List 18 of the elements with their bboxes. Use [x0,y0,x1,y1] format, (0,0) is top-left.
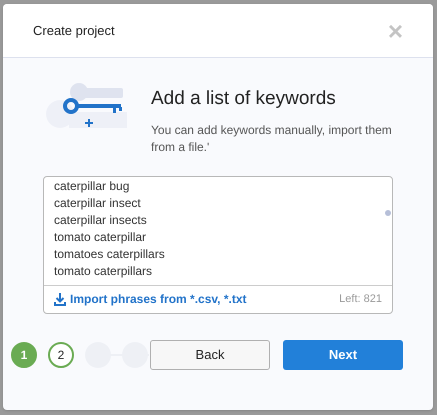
keyword-line: tomatoes caterpillars [54,246,165,262]
scroll-indicator [385,210,391,216]
heading: Add a list of keywords [151,87,337,111]
description: You can add keywords manually, import them from a file.' [151,122,393,156]
step-number: 1 [11,342,37,368]
keywords-field[interactable]: caterpillar bug caterpillar insect caterpillar insects tomato caterpillar tomatoes caterpillars tomato caterpillars Import phrases from *.csv, *.txt Left: 821 [43,176,393,314]
import-link[interactable]: Import phrases from *.csv, *.txt [54,290,246,308]
step-number: 2 [48,342,74,368]
remaining-count: Left: 821 [339,292,382,307]
keyword-line: caterpillar insect [54,194,141,212]
keyword-line: caterpillar bug [54,178,130,194]
window-title: Create project [33,22,115,40]
back-button[interactable]: Back [150,340,270,370]
next-button[interactable]: Next [283,340,403,370]
keyword-line: tomato caterpillars [54,262,152,280]
keyword-line: caterpillar insects [54,212,147,228]
download-icon [54,292,66,306]
keyword-line: tomato caterpillar [54,228,146,246]
